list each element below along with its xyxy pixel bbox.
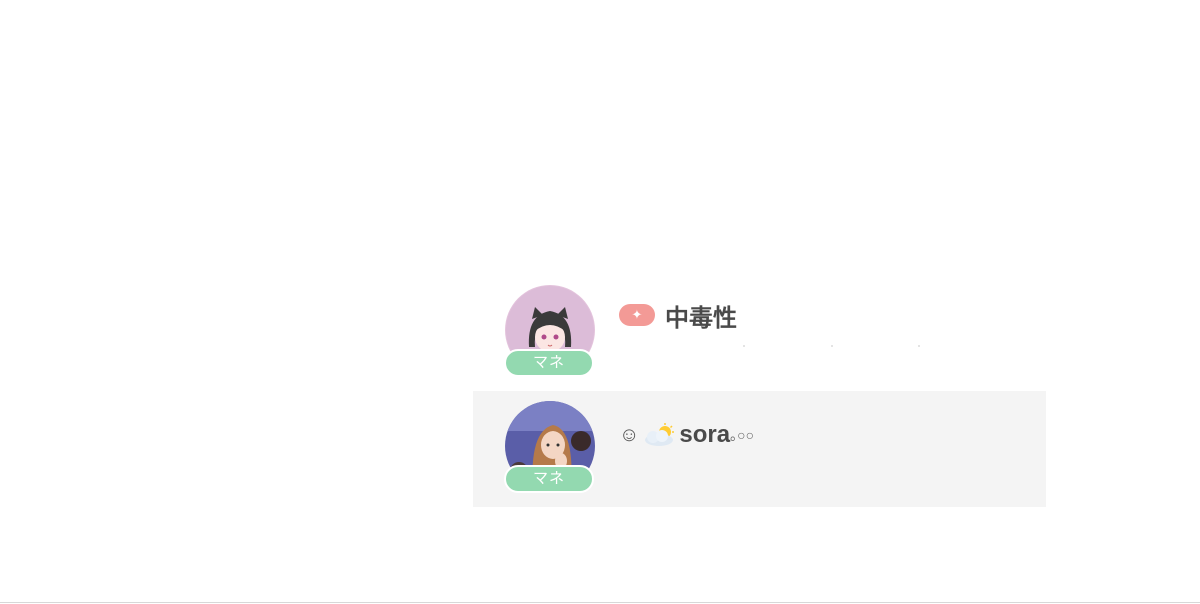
sun-behind-cloud-icon: [645, 423, 675, 446]
manager-badge: マネ: [504, 465, 594, 493]
smiley-glyph: ☺: [619, 423, 640, 446]
list-item[interactable]: マネ ☺ sora ｡○○: [473, 391, 1046, 507]
manager-badge: マネ: [504, 349, 594, 377]
member-name: sora: [679, 421, 731, 448]
avatar-container: マネ: [504, 285, 596, 377]
faint-separator-dots: [743, 345, 923, 351]
list-item[interactable]: マネ ✦ 中毒性: [473, 275, 1046, 391]
member-name-line: ☺ sora ｡○○: [619, 419, 754, 451]
member-name: 中毒性: [665, 304, 737, 332]
name-decoration: ｡○○: [730, 427, 755, 443]
member-list: マネ ✦ 中毒性 マネ ☺ sora ｡○○: [473, 275, 1046, 507]
member-name-line: ✦ 中毒性: [619, 299, 737, 332]
sparkle-pill-icon: ✦: [619, 304, 655, 326]
page: マネ ✦ 中毒性 マネ ☺ sora ｡○○: [0, 0, 1200, 604]
avatar-container: マネ: [504, 401, 596, 493]
bottom-divider: [0, 602, 1200, 603]
